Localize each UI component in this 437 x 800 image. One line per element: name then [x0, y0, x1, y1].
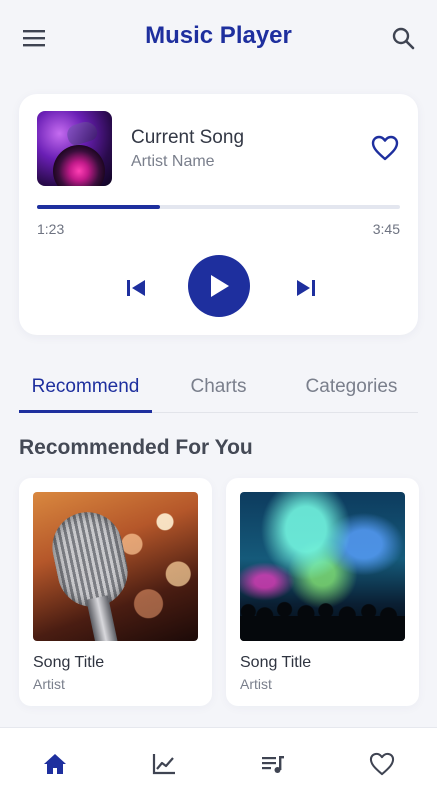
progress-bar[interactable]	[37, 205, 400, 209]
album-art-hand	[64, 118, 100, 148]
tab-recommend[interactable]: Recommend	[19, 365, 152, 413]
now-playing-card: Current Song Artist Name 1:23 3:45	[19, 94, 418, 335]
play-button[interactable]	[188, 255, 250, 317]
album-art-disc	[53, 145, 105, 186]
bottom-nav	[0, 727, 437, 800]
song-card-artist: Artist	[240, 676, 272, 692]
tab-bar: Recommend Charts Categories	[19, 365, 418, 413]
section-title: Recommended For You	[19, 436, 253, 459]
home-icon[interactable]	[28, 737, 82, 791]
current-song-title: Current Song	[131, 127, 245, 148]
page-title: Music Player	[145, 22, 292, 49]
tab-charts[interactable]: Charts	[152, 365, 285, 412]
song-card[interactable]: Song Title Artist	[19, 478, 212, 706]
skip-next-icon[interactable]	[292, 274, 320, 302]
playlist-icon[interactable]	[246, 737, 300, 791]
current-song-artist: Artist Name	[131, 153, 215, 170]
microphone-head	[45, 505, 135, 614]
tab-categories[interactable]: Categories	[285, 365, 418, 412]
app-header: Music Player	[0, 0, 437, 76]
song-cover-image	[33, 492, 198, 641]
microphone-body	[86, 595, 118, 641]
song-card-title: Song Title	[33, 654, 105, 671]
skip-previous-icon[interactable]	[122, 274, 150, 302]
play-icon	[211, 275, 229, 297]
concert-crowd	[240, 599, 405, 641]
song-cover-image	[240, 492, 405, 641]
song-card[interactable]: Song Title Artist	[226, 478, 419, 706]
search-icon[interactable]	[389, 24, 417, 52]
progress-fill	[37, 205, 161, 209]
heart-icon[interactable]	[355, 737, 409, 791]
elapsed-time: 1:23	[37, 221, 65, 237]
song-card-title: Song Title	[240, 654, 312, 671]
heart-outline-icon[interactable]	[371, 134, 399, 162]
total-time: 3:45	[372, 221, 400, 237]
menu-icon[interactable]	[20, 24, 48, 52]
song-card-artist: Artist	[33, 676, 65, 692]
album-art	[37, 111, 112, 186]
chart-icon[interactable]	[137, 737, 191, 791]
